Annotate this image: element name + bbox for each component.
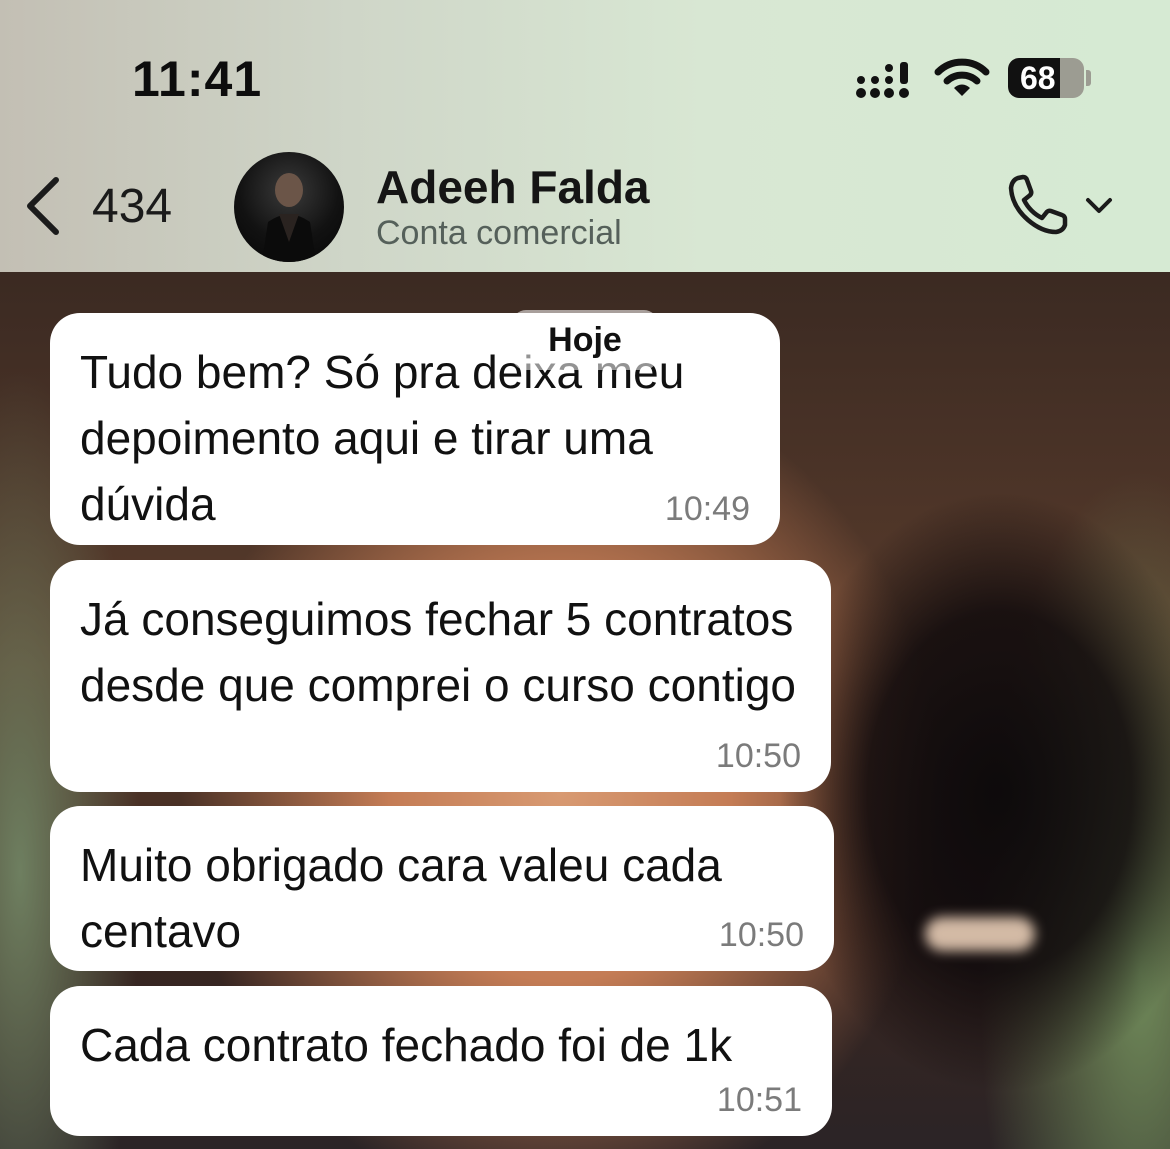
chevron-down-icon[interactable] [1082, 188, 1116, 222]
message-text: Já conseguimos fechar 5 contratos desde … [80, 593, 796, 711]
wifi-icon [934, 58, 990, 96]
message-text: Muito obrigado cara valeu cada centavo [80, 839, 722, 957]
message-time: 10:50 [715, 737, 801, 775]
chevron-left-icon [27, 177, 59, 235]
cellular-signal-icon [856, 62, 909, 98]
contact-subtitle: Conta comercial [376, 214, 622, 252]
call-button[interactable] [1004, 170, 1120, 240]
wallpaper-light [925, 917, 1035, 951]
battery-tip [1086, 70, 1091, 86]
back-button[interactable]: 434 [22, 168, 192, 244]
message-time: 10:50 [718, 916, 804, 954]
battery-icon: 68 [1008, 58, 1084, 98]
battery-percentage: 68 [1020, 60, 1056, 96]
date-separator: Hoje [512, 310, 658, 370]
avatar-photo [262, 173, 316, 262]
message-bubble[interactable]: Cada contrato fechado foi de 1k 10:51 [50, 986, 832, 1136]
unread-count: 434 [92, 179, 173, 233]
contact-name[interactable]: Adeeh Falda [376, 160, 650, 214]
phone-icon [1008, 174, 1068, 235]
contact-avatar[interactable] [234, 152, 344, 262]
status-time: 11:41 [132, 51, 263, 107]
message-text: Cada contrato fechado foi de 1k [80, 1019, 733, 1071]
message-bubble[interactable]: Já conseguimos fechar 5 contratos desde … [50, 560, 831, 792]
message-bubble[interactable]: Tudo bem? Só pra deixa meu depoimento aq… [50, 313, 780, 545]
chat-header: 11:41 68 434 Adeeh Falda Conta comercial [0, 0, 1170, 272]
message-bubble[interactable]: Muito obrigado cara valeu cada centavo 1… [50, 806, 834, 971]
chat-screen: 11:41 68 434 Adeeh Falda Conta comercial… [0, 0, 1170, 1149]
message-time: 10:51 [716, 1081, 802, 1119]
message-text: Tudo bem? Só pra deixa meu depoimento aq… [80, 346, 685, 530]
message-time: 10:49 [664, 490, 750, 528]
